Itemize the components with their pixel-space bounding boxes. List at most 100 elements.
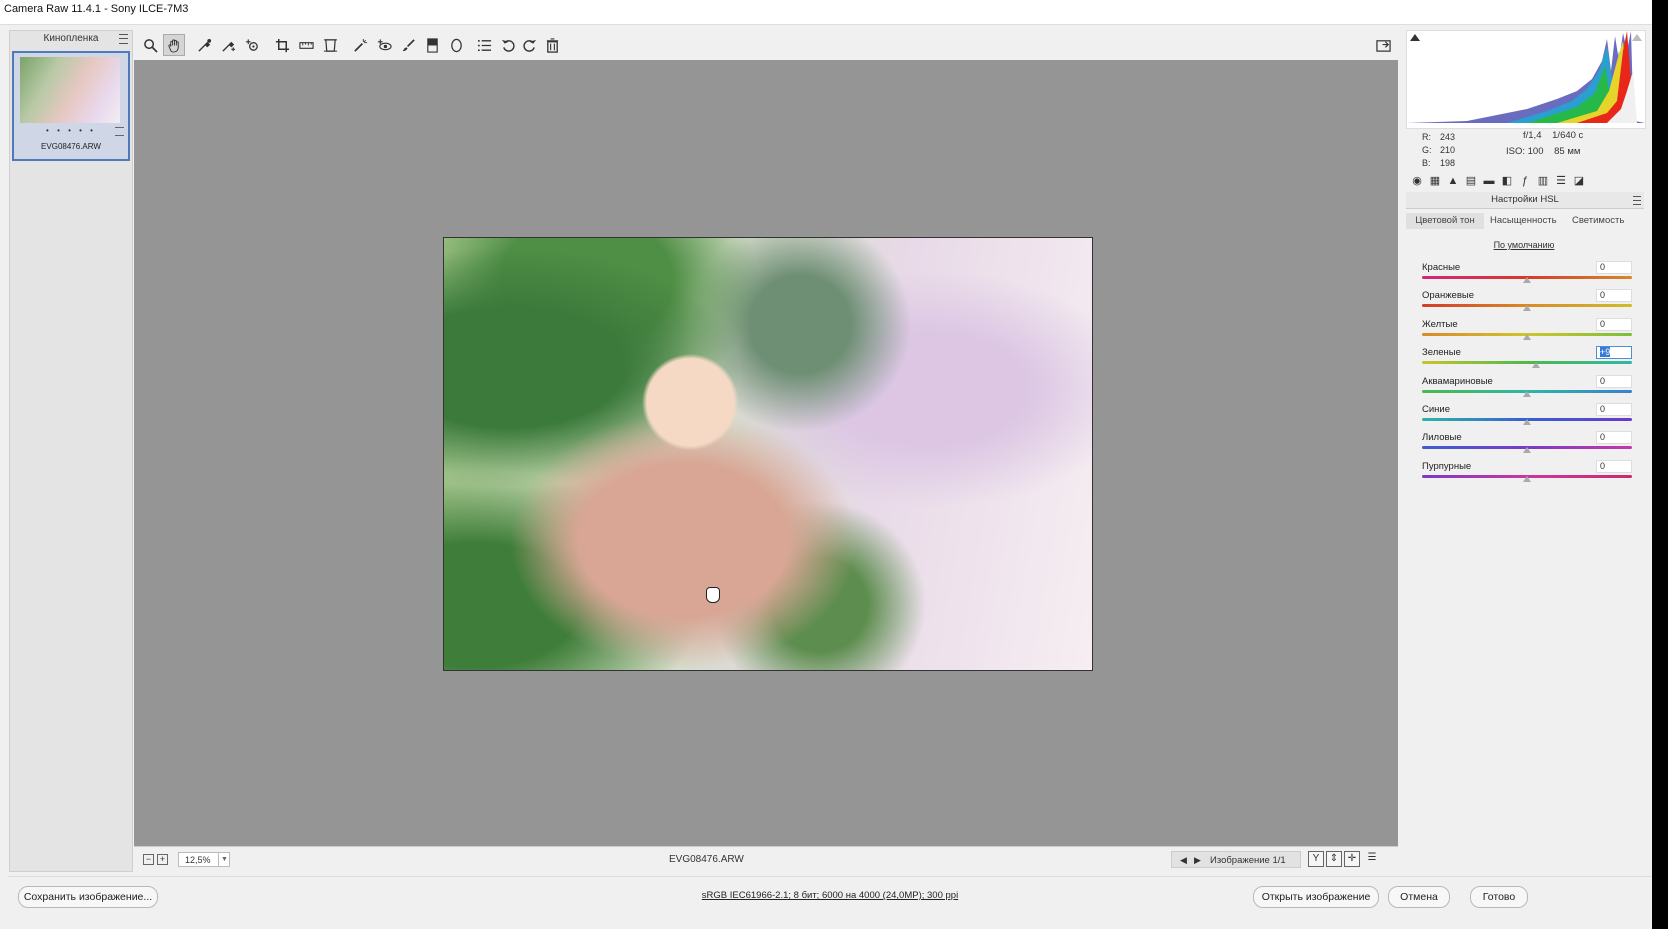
copy-settings-icon[interactable]: ✛ bbox=[1344, 851, 1360, 867]
title-bar: Camera Raw 11.4.1 - Sony ILCE-7M3 bbox=[0, 0, 1652, 25]
preview-photo[interactable] bbox=[443, 237, 1093, 671]
slider-thumb[interactable] bbox=[1523, 333, 1531, 340]
targeted-adjustment-icon[interactable] bbox=[241, 34, 263, 56]
open-image-button[interactable]: Открыть изображение bbox=[1253, 886, 1379, 908]
spot-removal-icon[interactable] bbox=[349, 34, 371, 56]
rating-stars[interactable]: • • • • • bbox=[14, 126, 128, 135]
split-toning-icon[interactable]: ▬ bbox=[1482, 174, 1496, 188]
b-label: B: bbox=[1422, 158, 1431, 168]
detail-panel-icon[interactable]: ▲ bbox=[1446, 174, 1460, 188]
hsl-tabs: Цветовой тон Насыщенность Светимость bbox=[1406, 213, 1644, 229]
slider-value: 0 bbox=[1600, 375, 1606, 386]
slider-value-field[interactable]: +9 bbox=[1596, 346, 1632, 360]
histogram bbox=[1406, 30, 1646, 129]
chevron-down-icon[interactable]: ▼ bbox=[218, 852, 230, 867]
shadow-clipping-icon[interactable] bbox=[1410, 34, 1420, 41]
slider-row: Желтые 0 bbox=[1422, 317, 1632, 345]
hand-cursor-icon bbox=[706, 587, 720, 603]
slider-row: Красные 0 bbox=[1422, 261, 1632, 288]
presets-list-icon[interactable] bbox=[473, 34, 495, 56]
iso-value: ISO: 100 bbox=[1506, 146, 1544, 157]
preview-preferences-icon[interactable]: ☰ bbox=[1364, 851, 1380, 867]
r-label: R: bbox=[1422, 132, 1431, 142]
rotate-left-icon[interactable] bbox=[497, 34, 519, 56]
slider-label: Пурпурные bbox=[1422, 460, 1472, 472]
zoom-tool-icon[interactable] bbox=[139, 34, 161, 56]
b-value: 198 bbox=[1440, 158, 1456, 168]
rotate-right-icon[interactable] bbox=[518, 34, 540, 56]
tab-luminance[interactable]: Светимость bbox=[1568, 213, 1628, 229]
crop-tool-icon[interactable] bbox=[271, 34, 293, 56]
slider-row: Зеленые +9 bbox=[1422, 346, 1632, 373]
zoom-in-icon[interactable]: + bbox=[157, 854, 168, 865]
slider-value-field[interactable]: 0 bbox=[1596, 431, 1632, 445]
defaults-link[interactable]: По умолчанию bbox=[1404, 240, 1644, 250]
slider-thumb[interactable] bbox=[1523, 475, 1531, 482]
next-image-icon[interactable]: ▶ bbox=[1194, 855, 1201, 866]
slider-row: Лиловые 0 bbox=[1422, 431, 1632, 458]
basic-panel-icon[interactable]: ◉ bbox=[1410, 174, 1424, 188]
color-sampler-icon[interactable] bbox=[217, 34, 239, 56]
white-balance-icon[interactable] bbox=[193, 34, 215, 56]
snapshots-panel-icon[interactable]: ◪ bbox=[1572, 174, 1586, 188]
screen-border bbox=[1652, 0, 1668, 929]
preview-filename: EVG08476.ARW bbox=[669, 854, 744, 865]
slider-label: Красные bbox=[1422, 262, 1461, 273]
zoom-level-value: 12,5% bbox=[185, 855, 211, 865]
tab-saturation[interactable]: Насыщенность bbox=[1486, 213, 1561, 229]
graduated-filter-icon[interactable] bbox=[421, 34, 443, 56]
slider-track[interactable] bbox=[1422, 361, 1632, 365]
previous-image-icon[interactable]: ◀ bbox=[1180, 855, 1187, 866]
slider-thumb[interactable] bbox=[1523, 305, 1531, 312]
settings-badge-icon bbox=[115, 127, 124, 136]
done-button[interactable]: Готово bbox=[1470, 886, 1528, 908]
bottom-bar: Сохранить изображение... sRGB IEC61966-2… bbox=[8, 876, 1652, 923]
slider-value-field[interactable]: 0 bbox=[1596, 403, 1632, 416]
filmstrip-menu-icon[interactable] bbox=[119, 34, 128, 44]
slider-value-field[interactable]: 0 bbox=[1596, 261, 1632, 274]
presets-panel-icon[interactable]: ☰ bbox=[1554, 174, 1568, 188]
transform-icon[interactable] bbox=[319, 34, 341, 56]
slider-thumb[interactable] bbox=[1523, 390, 1531, 397]
slider-value-field[interactable]: 0 bbox=[1596, 459, 1632, 473]
effects-panel-icon[interactable]: ƒ bbox=[1518, 174, 1532, 188]
slider-thumb[interactable] bbox=[1523, 277, 1531, 283]
zoom-out-icon[interactable]: − bbox=[143, 854, 154, 865]
tone-curve-icon[interactable]: ▦ bbox=[1428, 174, 1442, 188]
tab-hue[interactable]: Цветовой тон bbox=[1406, 213, 1484, 229]
slider-row: Пурпурные 0 bbox=[1422, 459, 1632, 487]
straighten-icon[interactable] bbox=[295, 34, 317, 56]
red-eye-icon[interactable] bbox=[373, 34, 395, 56]
swap-settings-icon[interactable]: ⇕ bbox=[1326, 851, 1342, 867]
adjustment-brush-icon[interactable] bbox=[397, 34, 419, 56]
thumbnail-image bbox=[20, 57, 120, 123]
slider-value: 0 bbox=[1600, 318, 1606, 329]
filmstrip-thumbnail[interactable]: • • • • • EVG08476.ARW bbox=[12, 51, 130, 161]
histogram-graph bbox=[1407, 31, 1645, 123]
slider-value-field[interactable]: 0 bbox=[1596, 374, 1632, 388]
hsl-panel-icon[interactable]: ▤ bbox=[1464, 174, 1478, 188]
slider-thumb[interactable] bbox=[1523, 419, 1531, 425]
before-after-toggle-icon[interactable]: Y bbox=[1308, 851, 1324, 867]
slider-value-field[interactable]: 0 bbox=[1596, 317, 1632, 331]
panel-menu-icon[interactable] bbox=[1633, 196, 1641, 205]
slider-row: Синие 0 bbox=[1422, 403, 1632, 430]
slider-thumb[interactable] bbox=[1532, 362, 1541, 369]
slider-label: Аквамариновые bbox=[1422, 375, 1493, 387]
panel-tabs: ◉ ▦ ▲ ▤ ▬ ◧ ƒ ▥ ☰ ◪ bbox=[1406, 171, 1644, 191]
preview-status-bar: − + 12,5% ▼ EVG08476.ARW ◀ ▶ Изображение… bbox=[134, 846, 1398, 873]
trash-icon[interactable] bbox=[541, 34, 563, 56]
filmstrip-title: Кинопленка bbox=[43, 33, 99, 44]
lens-corrections-icon[interactable]: ◧ bbox=[1500, 174, 1514, 188]
fullscreen-icon[interactable] bbox=[1372, 34, 1394, 56]
highlight-clipping-icon[interactable] bbox=[1632, 34, 1642, 41]
cancel-button[interactable]: Отмена bbox=[1388, 886, 1450, 908]
hand-tool-icon[interactable] bbox=[163, 34, 185, 56]
focal-length-value: 85 мм bbox=[1554, 146, 1581, 157]
calibration-panel-icon[interactable]: ▥ bbox=[1536, 174, 1550, 188]
radial-filter-icon[interactable] bbox=[445, 34, 467, 56]
right-panel: R: 243 G: 210 B: 198 f/1,4 1/640 с ISO: 100… bbox=[1404, 30, 1646, 872]
slider-value-field[interactable]: 0 bbox=[1596, 289, 1632, 303]
slider-thumb[interactable] bbox=[1523, 447, 1531, 454]
slider-label: Желтые bbox=[1422, 318, 1458, 330]
